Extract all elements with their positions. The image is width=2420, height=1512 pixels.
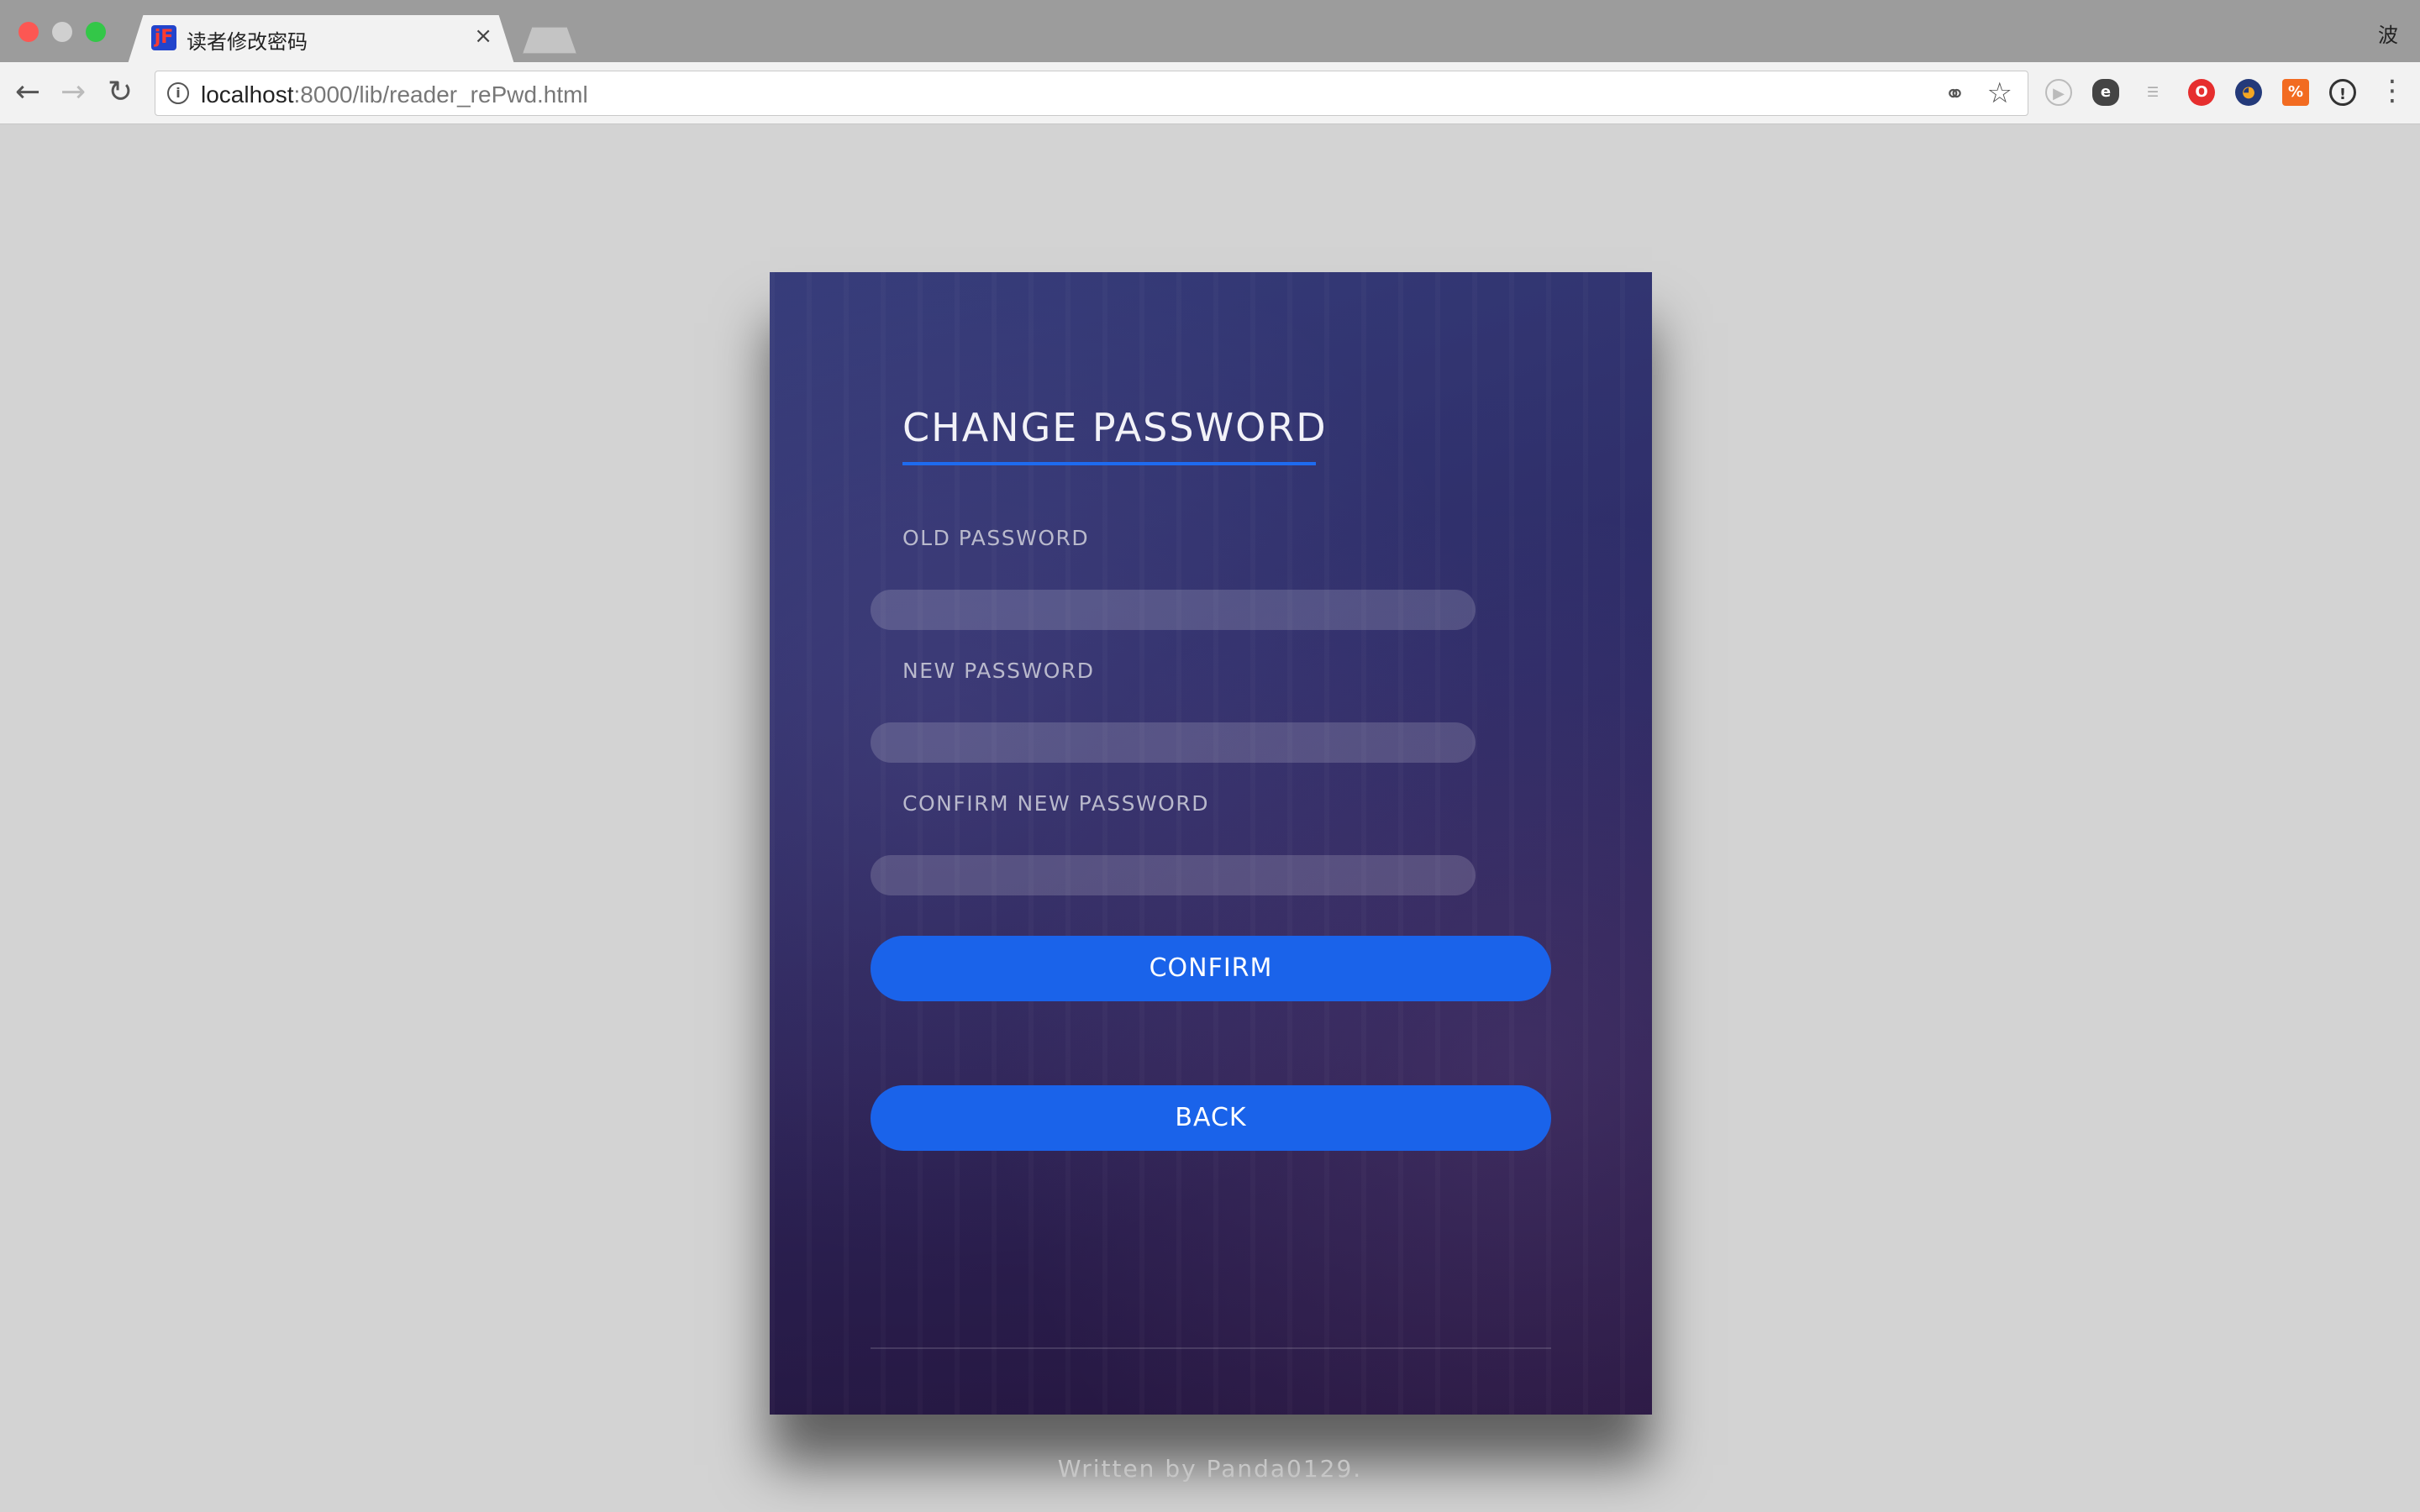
maximize-window-button[interactable] <box>86 22 106 42</box>
tab-title: 读者修改密码 <box>187 30 308 54</box>
page-title: CHANGE PASSWORD <box>902 405 1328 450</box>
tab-close-icon[interactable]: × <box>474 24 492 49</box>
confirm-new-password-label: CONFIRM NEW PASSWORD <box>902 791 1209 816</box>
footer-credit: Written by Panda0129. <box>1057 1455 1363 1483</box>
key-icon[interactable]: ⚭ <box>1944 80 1965 109</box>
url-path: :8000/lib/reader_rePwd.html <box>293 81 588 108</box>
close-window-button[interactable] <box>18 22 39 42</box>
new-password-label: NEW PASSWORD <box>902 659 1095 683</box>
info-icon[interactable]: i <box>167 82 189 104</box>
profile-button[interactable]: 波 <box>2378 18 2398 48</box>
browser-toolbar: ← → ↻ i localhost:8000/lib/reader_rePwd.… <box>0 62 2420 124</box>
url-text[interactable]: localhost:8000/lib/reader_rePwd.html <box>201 81 588 108</box>
page-viewport: CHANGE PASSWORD OLD PASSWORD NEW PASSWOR… <box>0 124 2420 1512</box>
confirm-button[interactable]: CONFIRM <box>871 936 1551 1001</box>
title-underline <box>902 462 1316 465</box>
kebab-menu-icon[interactable]: ⋮ <box>2378 74 2407 108</box>
evernote-ext-icon[interactable]: e <box>2092 79 2119 106</box>
change-password-card: CHANGE PASSWORD OLD PASSWORD NEW PASSWOR… <box>770 272 1652 1415</box>
reload-icon[interactable]: ↻ <box>108 76 133 109</box>
browser-tab-active[interactable]: jF 读者修改密码 × <box>128 15 514 64</box>
rss-ext-icon[interactable]: ☰ <box>2139 79 2166 106</box>
back-arrow-icon[interactable]: ← <box>15 76 40 109</box>
browser-titlebar: jF 读者修改密码 × 波 <box>0 0 2420 64</box>
address-bar[interactable]: i localhost:8000/lib/reader_rePwd.html ⚭… <box>155 71 2028 116</box>
card-divider <box>871 1347 1551 1349</box>
opera-ext-icon[interactable]: O <box>2188 79 2215 106</box>
play-ext-icon[interactable]: ▶ <box>2045 79 2072 106</box>
old-password-label: OLD PASSWORD <box>902 526 1090 550</box>
url-host: localhost <box>201 81 294 108</box>
onepassword-ext-icon[interactable]: ! <box>2329 79 2356 106</box>
old-password-input[interactable] <box>871 590 1476 630</box>
favicon-icon: jF <box>151 25 176 50</box>
new-password-input[interactable] <box>871 722 1476 763</box>
back-button[interactable]: BACK <box>871 1085 1551 1151</box>
new-tab-button[interactable] <box>523 27 576 54</box>
confirm-new-password-input[interactable] <box>871 855 1476 895</box>
percent-ext-icon[interactable]: % <box>2282 79 2309 106</box>
ext-icon[interactable]: ◕ <box>2235 79 2262 106</box>
forward-arrow-icon[interactable]: → <box>60 76 86 109</box>
star-icon[interactable]: ☆ <box>1987 76 2012 110</box>
minimize-window-button[interactable] <box>52 22 72 42</box>
